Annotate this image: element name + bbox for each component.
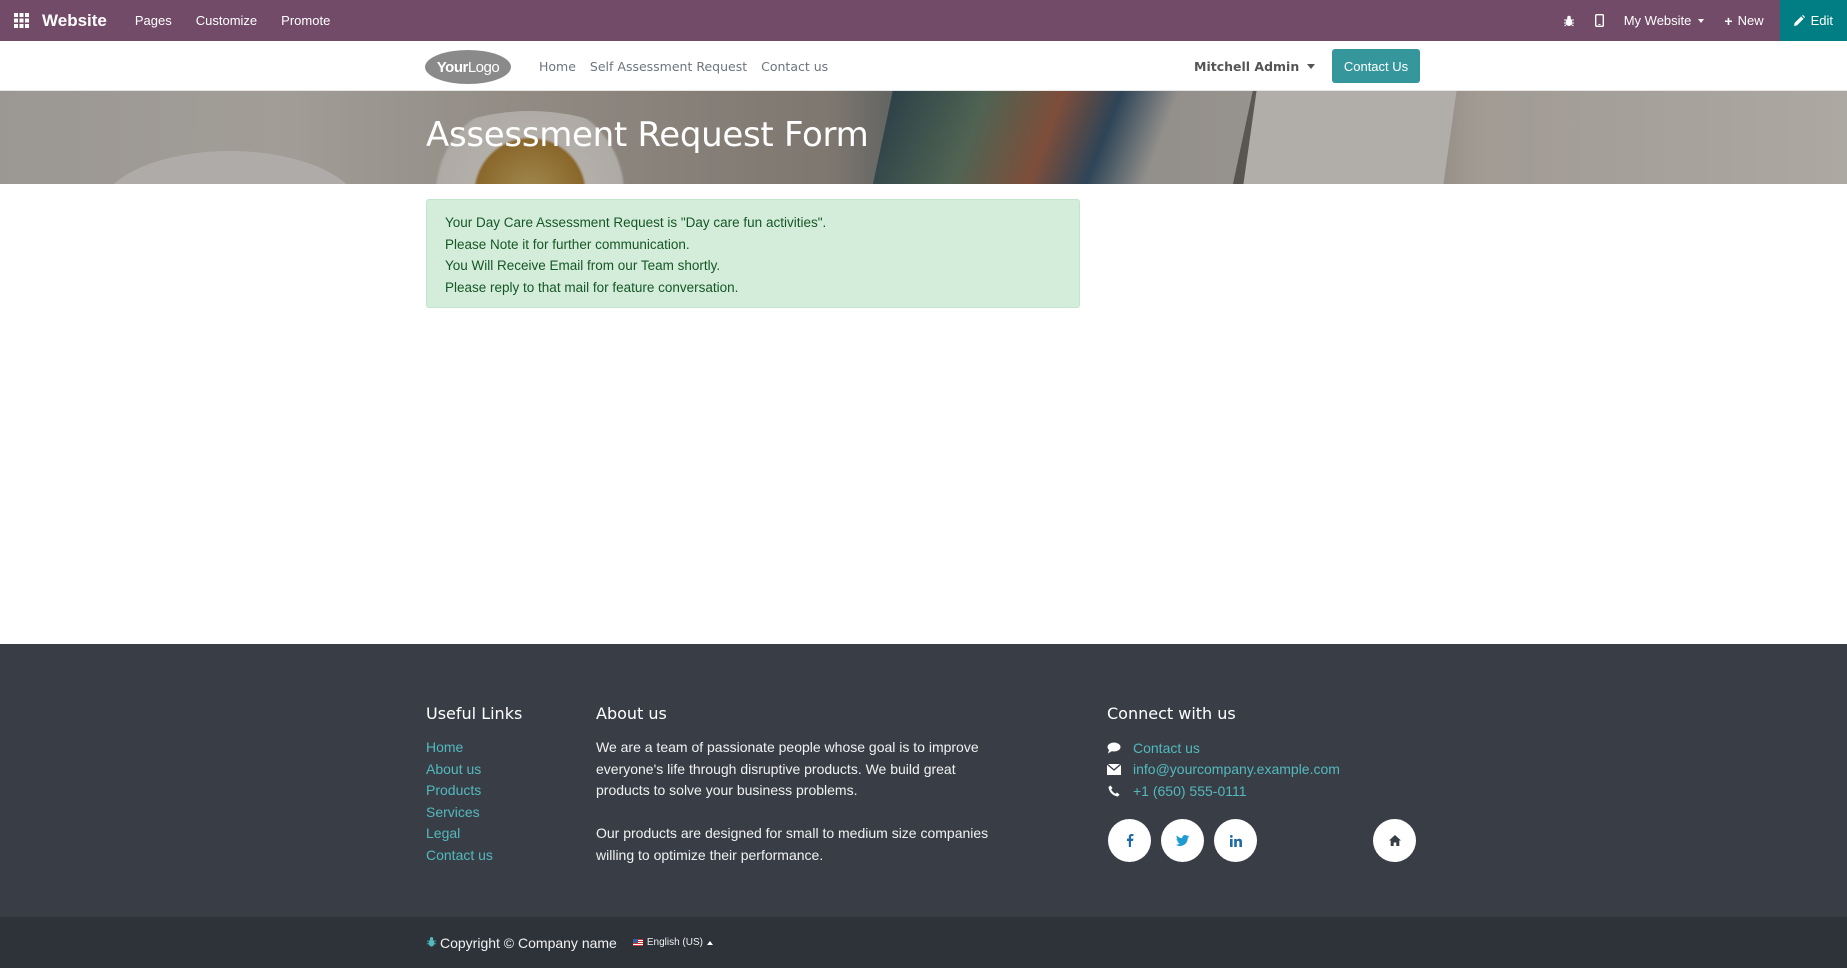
- connect-email-link[interactable]: info@yourcompany.example.com: [1133, 761, 1340, 777]
- logo-text-bold: Your: [436, 58, 469, 76]
- footer-link-about-us[interactable]: About us: [426, 759, 522, 781]
- odoo-bug-icon: [426, 935, 437, 951]
- menu-promote[interactable]: Promote: [281, 13, 330, 28]
- about-us-text: We are a team of passionate people whose…: [596, 739, 979, 798]
- nav-self-assessment-request[interactable]: Self Assessment Request: [590, 59, 747, 74]
- connect-contact-row[interactable]: Contact us: [1107, 737, 1340, 759]
- language-selector[interactable]: English (US): [632, 937, 713, 948]
- copyright-text: Copyright © Company name: [440, 934, 617, 951]
- home-icon[interactable]: [1373, 819, 1416, 862]
- alert-line: You Will Receive Email from our Team sho…: [445, 258, 721, 273]
- about-us-column: About us We are a team of passionate peo…: [596, 704, 996, 866]
- footer-link-contact-us[interactable]: Contact us: [426, 845, 522, 867]
- logo-text: Logo: [467, 58, 500, 76]
- twitter-icon[interactable]: [1161, 819, 1204, 862]
- success-alert: Your Day Care Assessment Request is "Day…: [426, 199, 1080, 308]
- new-label: New: [1737, 13, 1764, 28]
- site-footer: Useful Links Home About us Products Serv…: [0, 644, 1847, 917]
- about-us-title: About us: [596, 704, 667, 723]
- site-header: Your Logo Home Self Assessment Request Co…: [0, 41, 1847, 91]
- my-website-label: My Website: [1623, 13, 1692, 28]
- admin-navbar: Website Pages Customize Promote My Websi…: [0, 0, 1847, 41]
- footer-link-services[interactable]: Services: [426, 802, 522, 824]
- facebook-icon[interactable]: [1108, 819, 1151, 862]
- connect-title: Connect with us: [1107, 704, 1236, 723]
- mobile-preview-icon[interactable]: [1594, 14, 1604, 27]
- edit-button[interactable]: Edit: [1779, 0, 1847, 41]
- plus-icon: +: [1724, 12, 1733, 29]
- site-logo[interactable]: Your Logo: [425, 50, 511, 84]
- connect-column: Connect with us Contact us info@yourcomp…: [1107, 704, 1340, 802]
- copyright-bar: Copyright © Company name English (US): [0, 917, 1847, 968]
- edit-label: Edit: [1810, 13, 1833, 28]
- connect-email-row[interactable]: info@yourcompany.example.com: [1107, 759, 1340, 781]
- linkedin-icon[interactable]: [1214, 819, 1257, 862]
- banner-overlay: [0, 91, 1847, 184]
- connect-phone-row[interactable]: +1 (650) 555-0111: [1107, 780, 1340, 802]
- connect-phone-link[interactable]: +1 (650) 555-0111: [1133, 783, 1247, 799]
- footer-link-legal[interactable]: Legal: [426, 823, 522, 845]
- alert-line: Your Day Care Assessment Request is "Day…: [445, 215, 827, 230]
- phone-icon: [1107, 784, 1121, 798]
- page-banner: Assessment Request Form: [0, 91, 1847, 184]
- debug-bug-icon[interactable]: [1563, 15, 1575, 27]
- my-website-dropdown[interactable]: My Website: [1624, 13, 1705, 28]
- chevron-up-icon: [706, 940, 713, 945]
- contact-us-button[interactable]: Contact Us: [1332, 49, 1420, 83]
- menu-pages[interactable]: Pages: [135, 13, 172, 28]
- page-title: Assessment Request Form: [426, 115, 869, 155]
- alert-line: Please reply to that mail for feature co…: [445, 279, 739, 295]
- footer-link-products[interactable]: Products: [426, 780, 522, 802]
- chevron-down-icon: [1698, 18, 1705, 23]
- nav-home[interactable]: Home: [539, 59, 576, 74]
- user-menu[interactable]: Mitchell Admin: [1194, 41, 1316, 91]
- social-links: [1108, 819, 1257, 862]
- new-button[interactable]: + New: [1724, 13, 1763, 29]
- us-flag-icon: [632, 939, 643, 946]
- nav-contact-us[interactable]: Contact us: [761, 59, 828, 74]
- envelope-icon: [1107, 762, 1121, 776]
- menu-customize[interactable]: Customize: [196, 13, 257, 28]
- apps-menu-icon[interactable]: [0, 0, 42, 41]
- chevron-down-icon: [1307, 63, 1316, 69]
- connect-contact-link[interactable]: Contact us: [1133, 740, 1200, 756]
- user-name: Mitchell Admin: [1194, 58, 1300, 74]
- alert-line: Please Note it for further communication…: [445, 236, 690, 252]
- pencil-icon: [1793, 15, 1805, 26]
- useful-links-title: Useful Links: [426, 704, 523, 723]
- footer-link-home[interactable]: Home: [426, 737, 522, 759]
- language-label: English (US): [646, 937, 703, 948]
- useful-links-column: Useful Links Home About us Products Serv…: [426, 704, 522, 866]
- main-nav: Home Self Assessment Request Contact us: [539, 41, 842, 91]
- app-brand[interactable]: Website: [42, 11, 107, 31]
- comment-icon: [1107, 741, 1121, 755]
- about-us-text-2: Our products are designed for small to m…: [596, 825, 989, 863]
